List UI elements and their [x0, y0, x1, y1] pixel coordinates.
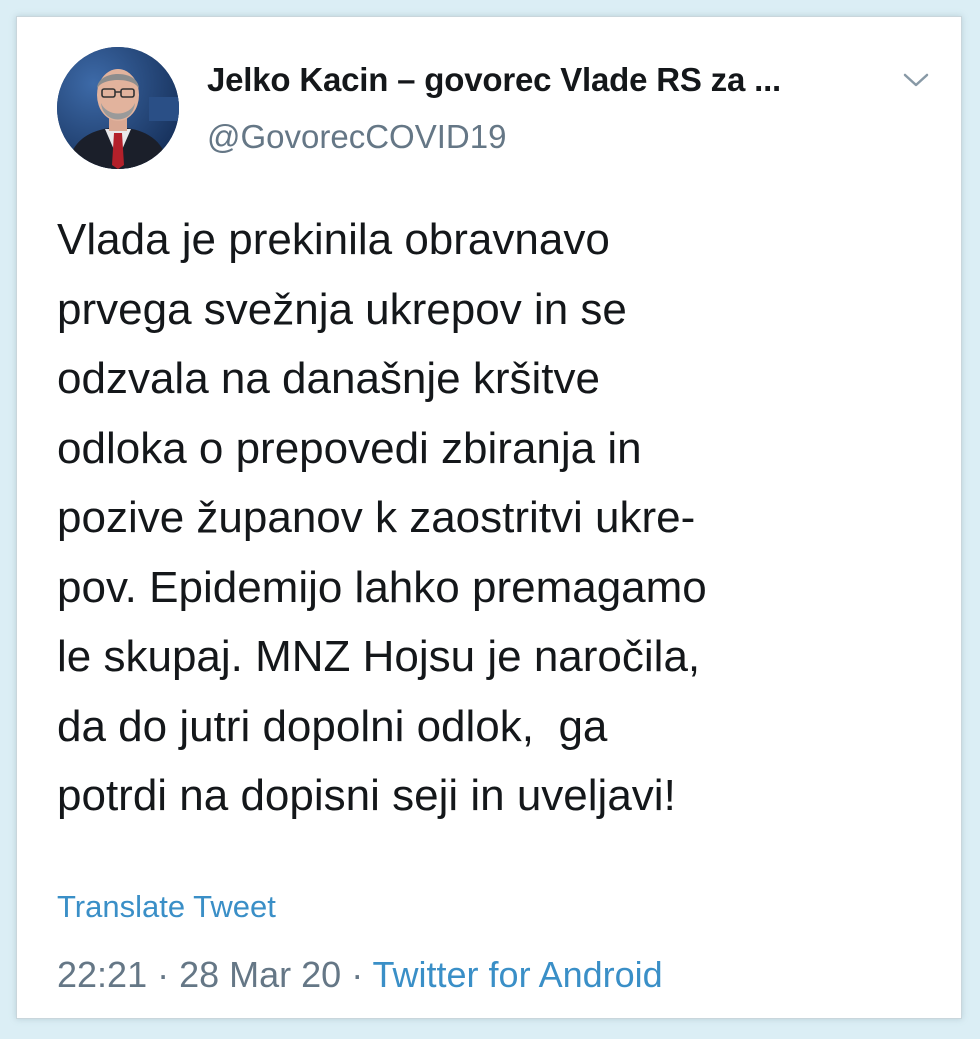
- author-display-name[interactable]: Jelko Kacin – govorec Vlade RS za ...: [207, 61, 781, 99]
- translate-tweet-link[interactable]: Translate Tweet: [57, 889, 276, 925]
- tweet-text-line: pozive županov k zaostritvi ukre-: [57, 493, 696, 542]
- tweet-text-line: Vlada je prekinila obravnavo: [57, 215, 610, 264]
- tweet-card: Jelko Kacin – govorec Vlade RS za ... @G…: [16, 16, 962, 1019]
- separator: ·: [147, 954, 180, 995]
- author-handle[interactable]: @GovorecCOVID19: [207, 118, 506, 156]
- tweet-text-line: odloka o prepovedi zbiranja in: [57, 423, 642, 473]
- tweet-text: Vlada je prekinila obravnavo prvega svež…: [57, 205, 937, 831]
- tweet-text-line: odzvala na današnje kršitve: [57, 354, 600, 403]
- tweet-text-line: pov. Epidemijo lahko premagamo: [57, 562, 707, 612]
- tweet-text-line: le skupaj. MNZ Hojsu je naročila,: [57, 632, 701, 681]
- tweet-time: 22:21: [57, 954, 148, 995]
- tweet-source-link[interactable]: Twitter for Android: [373, 954, 663, 995]
- tweet-text-line: prvega svežnja ukrepov in se: [57, 284, 627, 334]
- separator: ·: [341, 954, 373, 995]
- tweet-text-line: potrdi na dopisni seji in uveljavi!: [57, 771, 676, 820]
- tweet-metadata: 22:21 · 28 Mar 20 · Twitter for Android: [57, 954, 663, 996]
- tweet-date[interactable]: 28 Mar 20: [179, 954, 341, 995]
- tweet-text-line: da do jutri dopolni odlok, ga: [57, 701, 608, 751]
- avatar[interactable]: [57, 47, 179, 169]
- chevron-down-icon[interactable]: [901, 69, 931, 91]
- person-portrait-icon: [57, 47, 179, 169]
